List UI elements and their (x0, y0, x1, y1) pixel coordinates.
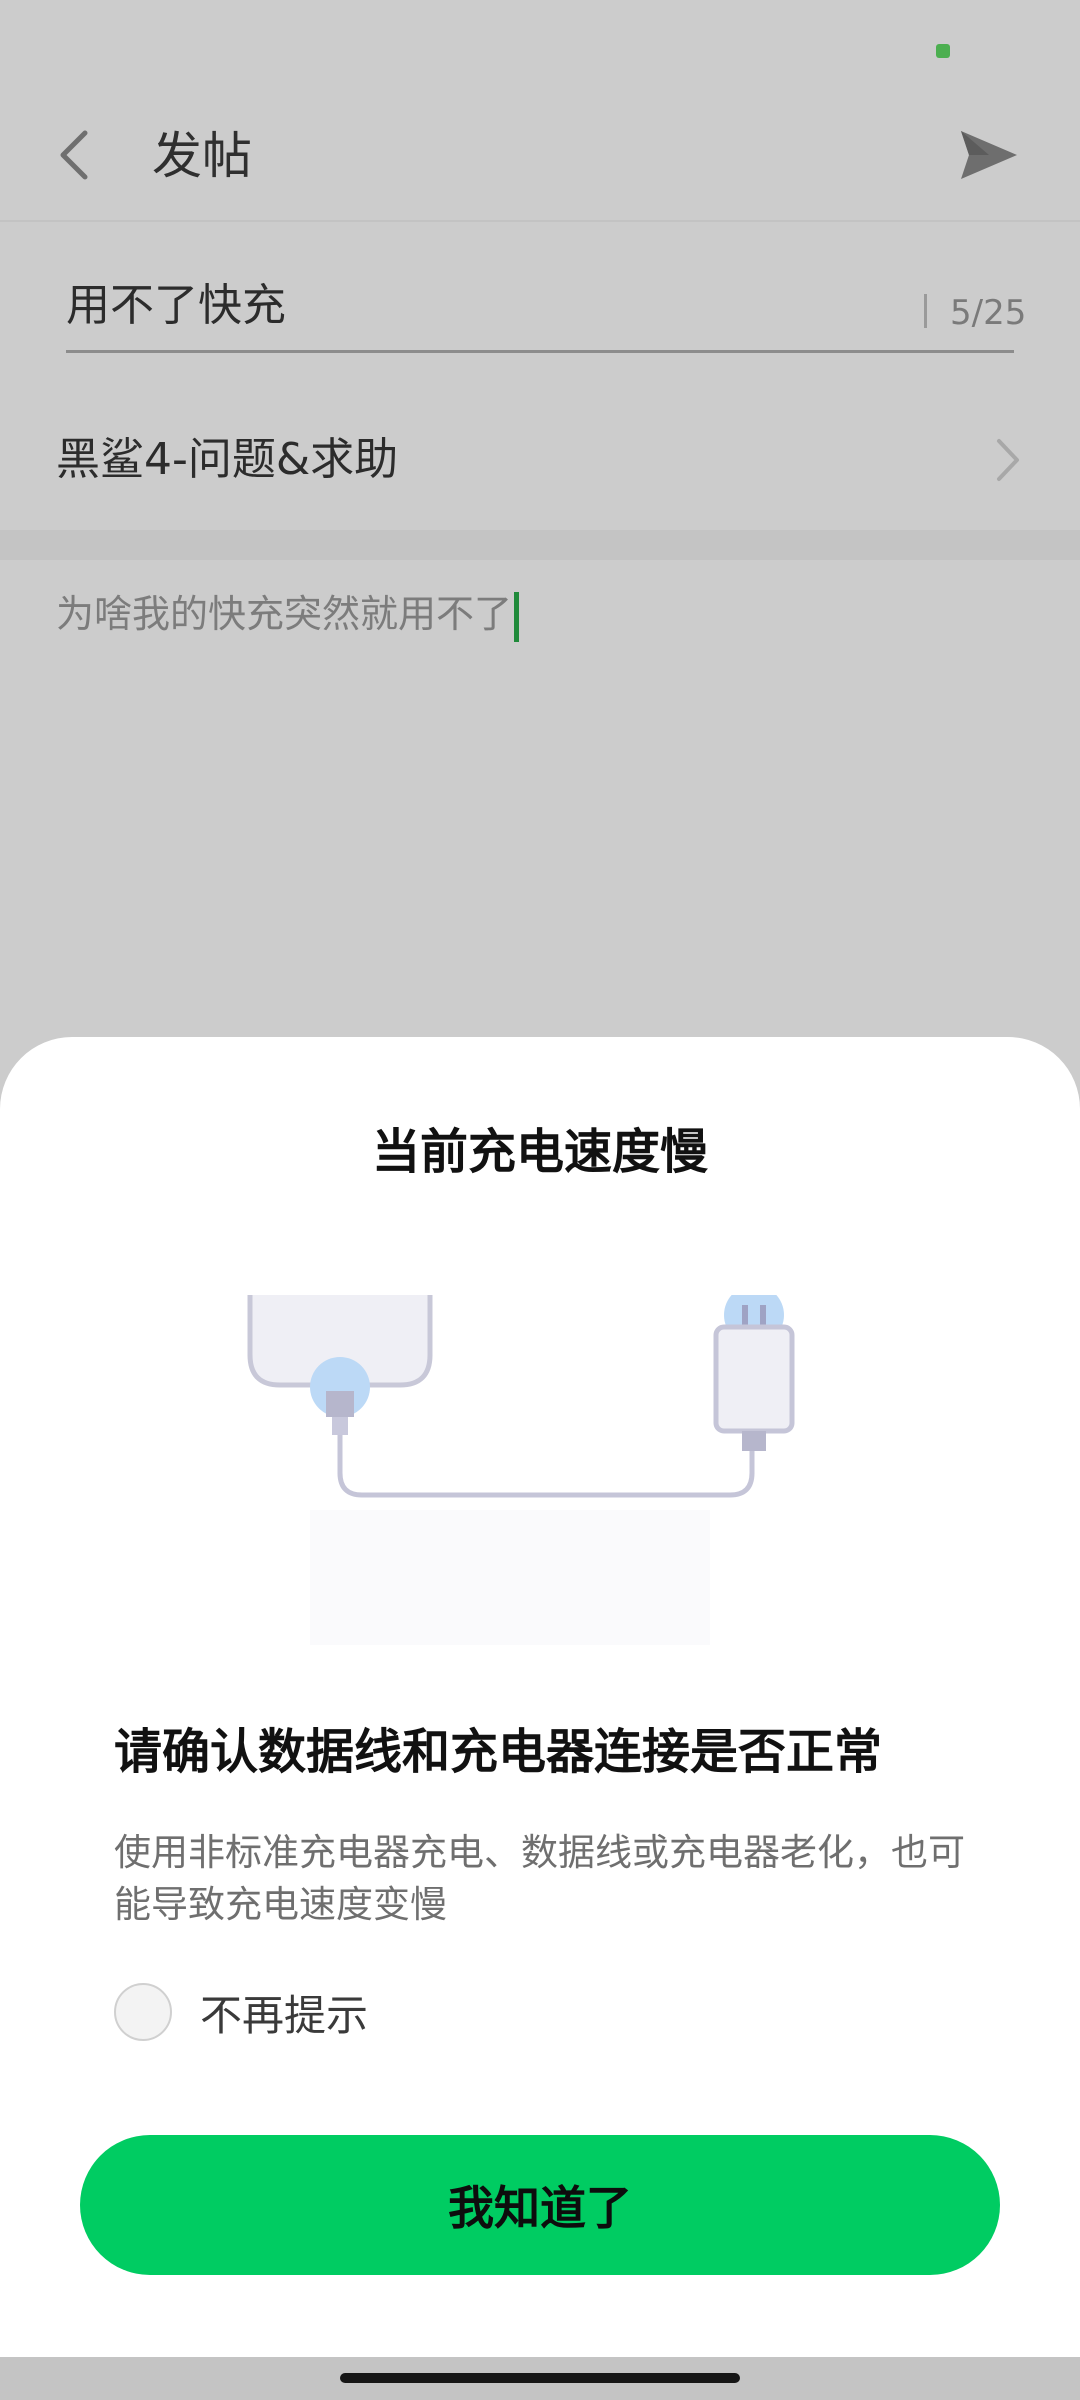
navigation-bar (0, 2357, 1080, 2400)
chevron-left-icon (60, 130, 88, 180)
sheet-title: 当前充电速度慢 (371, 1124, 708, 1180)
chevron-right-icon (988, 430, 1028, 490)
post-body-field[interactable]: 为啥我的快充突然就用不了 (56, 584, 520, 644)
page-title: 发帖 (152, 127, 252, 185)
send-button[interactable] (946, 112, 1032, 198)
checkbox-label: 不再提示 (200, 1990, 369, 2040)
sheet-description: 使用非标准充电器充电、数据线或充电器老化，也可能导致充电速度变慢 (114, 1831, 965, 1926)
status-bar (0, 0, 1080, 90)
section-divider (0, 530, 1080, 560)
home-indicator[interactable] (340, 2373, 740, 2383)
checkbox[interactable] (114, 1983, 172, 2041)
text-caret (514, 591, 520, 642)
sheet-heading: 请确认数据线和充电器连接是否正常 (114, 1724, 883, 1780)
post-title-value: 用不了快充 (66, 280, 286, 331)
post-body-text: 为啥我的快充突然就用不了 (56, 592, 513, 636)
post-title-field[interactable]: 用不了快充 5/25 (66, 270, 1026, 353)
char-count: 5/25 (950, 293, 1027, 333)
camera-indicator-icon (936, 44, 950, 58)
back-button[interactable] (40, 110, 110, 200)
dont-show-again-option[interactable]: 不再提示 (114, 1977, 368, 2047)
slow-charging-sheet: 当前充电速度慢 请确认数据线和充电器连接是否正常 使用非标准充电器充电、数据线或… (0, 1037, 1080, 2357)
category-selector[interactable]: 黑鲨4-问题&求助 (0, 400, 1080, 530)
send-icon (961, 131, 1017, 179)
category-label: 黑鲨4-问题&求助 (56, 434, 399, 485)
title-divider (924, 294, 927, 328)
confirm-button[interactable]: 我知道了 (80, 2135, 1000, 2275)
charger-cable-illustration (247, 1295, 795, 1645)
app-header: 发帖 (0, 90, 1080, 222)
